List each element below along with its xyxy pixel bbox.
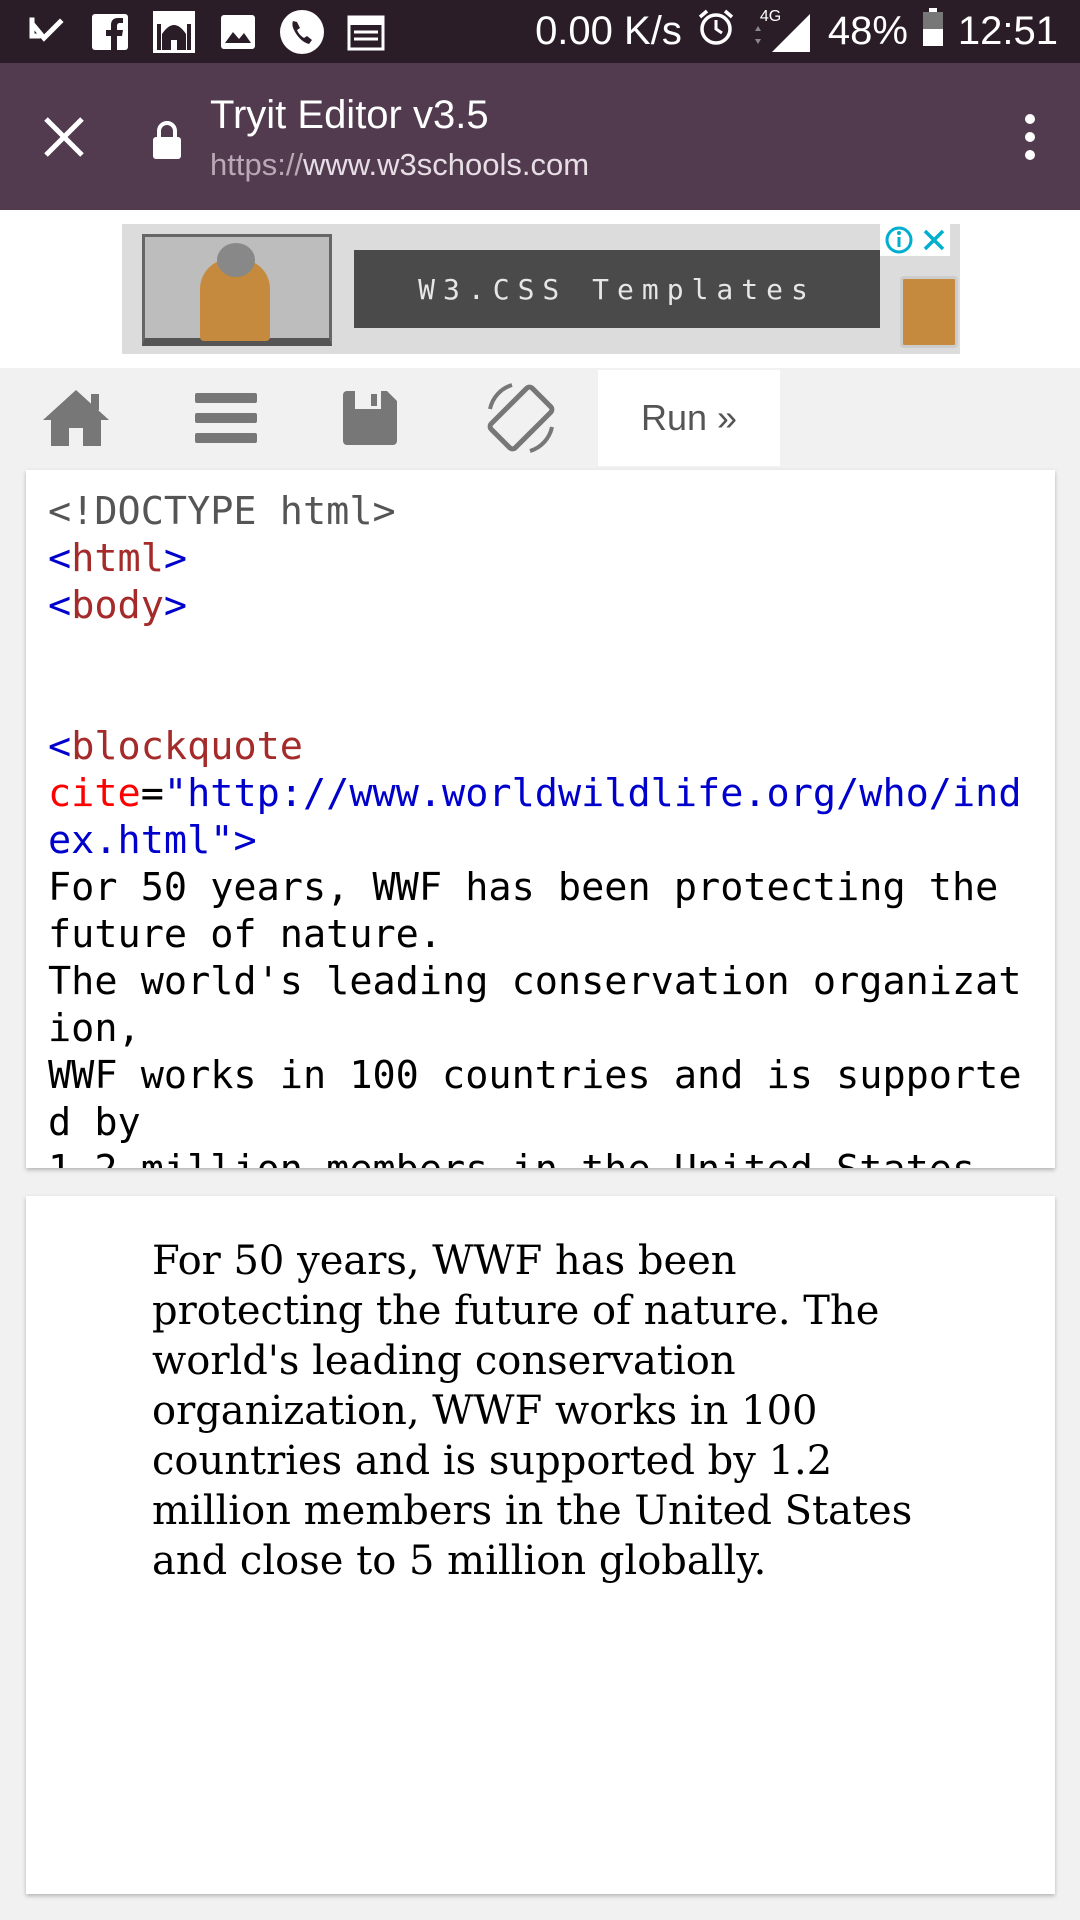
url-scheme: https:// [210,147,304,182]
code-bracket: < [48,583,72,628]
more-vert-icon [1025,114,1035,160]
info-icon[interactable] [884,225,914,255]
download-check-icon [22,8,70,56]
code-tag-blockquote: blockquote [71,724,303,769]
code-editor[interactable]: <!DOCTYPE html> <html> <body> <blockquot… [26,470,1055,1168]
home-icon [43,390,109,446]
code-bracket: < [48,536,72,581]
code-doctype: <!DOCTYPE html> [48,489,396,534]
save-button[interactable] [320,368,420,468]
signal-icon: 4G [750,8,814,52]
clock: 12:51 [957,9,1058,53]
code-equals: = [140,771,164,816]
blockquote-text: For 50 years, WWF has been protecting th… [152,1238,913,1584]
code-bracket: > [233,818,257,863]
tryit-toolbar: Run » [0,368,1080,468]
code-content[interactable]: <!DOCTYPE html> <html> <body> <blockquot… [48,488,1038,1168]
facebook-icon [86,8,134,56]
code-tag-body: body [71,583,164,628]
battery-icon [922,7,944,57]
page-url[interactable]: https://www.w3schools.com [210,147,589,183]
save-icon [343,391,397,445]
run-button[interactable]: Run » [598,370,780,466]
code-bracket: < [48,724,72,769]
rotate-button[interactable] [471,368,571,468]
code-text-line: WWF works in 100 countries and is suppor… [48,1053,1022,1145]
calendar-icon [342,8,390,56]
home-button[interactable] [26,368,126,468]
status-right: 0.00 K/s 4G 48% 12:51 [521,0,1058,63]
ad-choices[interactable] [880,224,950,256]
ad-container: W3.CSS Templates [0,210,1080,368]
code-bracket: > [163,536,188,581]
battery-percent: 48% [827,9,908,53]
url-host: www.w3schools.com [303,147,590,182]
code-text-line: The world's leading conservation organiz… [48,959,1022,1051]
ad-close-icon[interactable] [921,227,947,253]
close-tab-button[interactable] [34,107,94,167]
page-title: Tryit Editor v3.5 [210,93,489,137]
alarm-icon [696,7,736,57]
code-tag-html: html [71,536,164,581]
mosque-app-icon [150,8,198,56]
code-text-line: For 50 years, WWF has been protecting th… [48,865,1022,957]
notification-icons [22,8,406,56]
phone-icon [278,8,326,56]
menu-button[interactable] [176,368,276,468]
code-attr-value: "http://www.worldwildlife.org/who/index.… [48,771,1022,863]
code-bracket: > [163,583,188,628]
network-speed: 0.00 K/s [535,9,682,53]
image-icon [214,8,262,56]
ad-text: W3.CSS Templates [354,250,880,328]
hamburger-icon [195,393,257,443]
lock-icon[interactable] [150,119,184,161]
ad-thumbnail-image [900,276,958,348]
overflow-menu-button[interactable] [1010,107,1050,167]
code-attr-cite: cite [48,771,141,816]
close-icon [44,117,84,157]
code-text-line: 1.2 million members in the United States [48,1147,975,1168]
result-frame[interactable]: For 50 years, WWF has been protecting th… [26,1196,1055,1894]
ad-banner[interactable]: W3.CSS Templates [122,224,960,354]
status-bar: 0.00 K/s 4G 48% 12:51 [0,0,1080,63]
screen-rotation-icon [487,383,555,453]
browser-toolbar: Tryit Editor v3.5 https://www.w3schools.… [0,63,1080,210]
ad-laptop-image [142,234,332,346]
